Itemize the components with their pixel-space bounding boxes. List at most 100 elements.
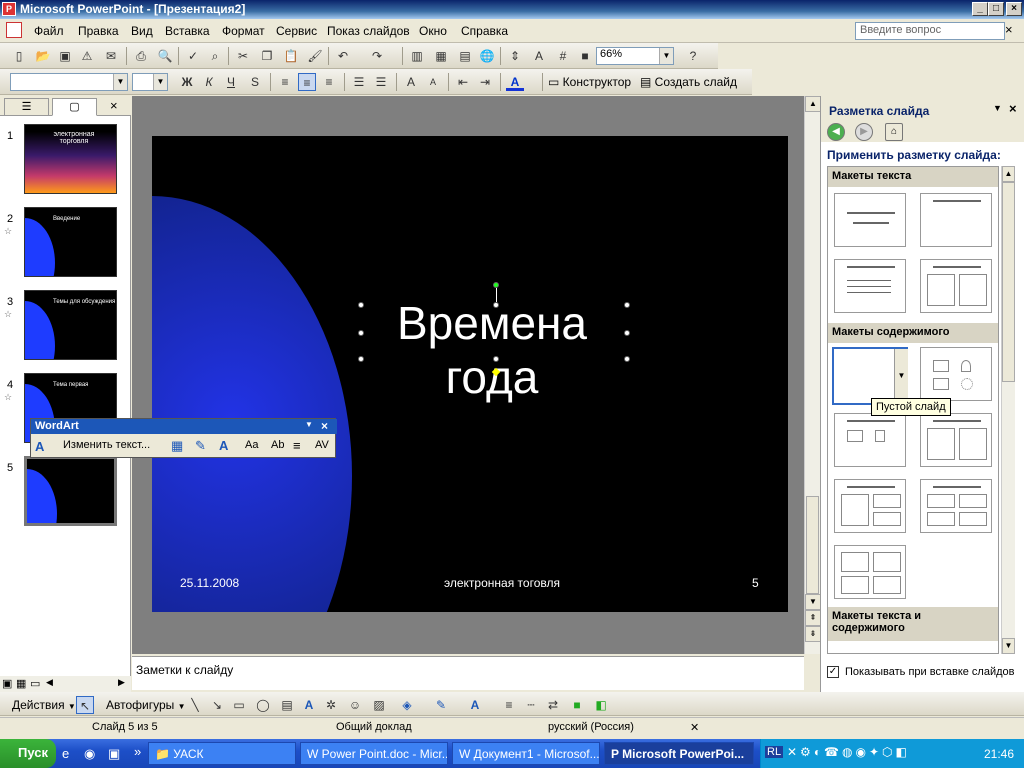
permission-icon[interactable]: ⚠ <box>78 47 96 65</box>
font-color-icon[interactable]: A <box>506 73 524 91</box>
close-button[interactable]: × <box>1006 2 1022 16</box>
task-pane-scrollbar[interactable]: ▲ ▼ <box>1001 166 1015 654</box>
numbering-icon[interactable]: ☰ <box>350 73 368 91</box>
print-icon[interactable]: ⎙ <box>132 47 150 65</box>
wordart-icon[interactable]: A <box>300 696 318 714</box>
slide-sorter-icon[interactable]: ▦ <box>16 677 26 690</box>
menu-insert[interactable]: Вставка <box>165 24 210 38</box>
character-spacing-icon[interactable]: AV <box>315 439 329 451</box>
email-icon[interactable]: ✉ <box>102 47 120 65</box>
cut-icon[interactable]: ✂ <box>234 47 252 65</box>
open-icon[interactable]: 📂 <box>34 47 52 65</box>
decrease-font-icon[interactable]: A <box>424 73 442 91</box>
powerpoint-app-icon[interactable]: P <box>2 2 16 16</box>
research-icon[interactable]: ⌕ <box>206 47 224 65</box>
notes-field[interactable]: Заметки к слайду <box>132 656 804 690</box>
checkbox-icon[interactable]: ✓ <box>827 666 839 679</box>
layout-title-content[interactable] <box>834 413 906 467</box>
tables-borders-icon[interactable]: ▤ <box>456 47 474 65</box>
arrow-icon[interactable]: ↘ <box>208 696 226 714</box>
autoshapes-menu[interactable]: Автофигуры ▼ <box>106 698 186 712</box>
decrease-indent-icon[interactable]: ⇤ <box>454 73 472 91</box>
color-grayscale-icon[interactable]: ■ <box>576 47 594 65</box>
rotation-handle[interactable] <box>493 282 499 288</box>
line-color-icon[interactable]: ✎ <box>432 696 450 714</box>
font-color-draw-icon[interactable]: A <box>466 696 484 714</box>
slide-title-wordart[interactable]: Времена года <box>352 296 632 404</box>
font-name-select[interactable]: ▼ <box>10 73 128 91</box>
show-grid-icon[interactable]: # <box>554 47 572 65</box>
rectangle-icon[interactable]: ▭ <box>230 696 248 714</box>
align-right-icon[interactable]: ≡ <box>320 73 338 91</box>
minimize-button[interactable]: _ <box>972 2 988 16</box>
layout-title-slide[interactable] <box>834 193 906 247</box>
copy-icon[interactable]: ❐ <box>258 47 276 65</box>
selection-handle[interactable] <box>624 302 630 308</box>
chevron-down-icon[interactable]: ▼ <box>659 48 673 64</box>
fill-color-icon[interactable]: ◈ <box>398 696 416 714</box>
tab-outline[interactable]: ☰ <box>4 98 49 116</box>
expand-icon[interactable]: ⇕ <box>506 47 524 65</box>
scroll-right-icon[interactable]: ▶ <box>118 677 125 688</box>
quicklaunch-more-icon[interactable]: » <box>134 744 141 759</box>
toolbar-options-icon[interactable]: ▼ <box>305 420 313 429</box>
layout-two-columns[interactable] <box>920 259 992 313</box>
normal-view-icon[interactable]: ▣ <box>2 677 12 690</box>
picture-icon[interactable]: ▨ <box>370 696 388 714</box>
vertical-text-icon[interactable]: Ab <box>271 439 284 451</box>
taskbar-item-document1[interactable]: W Документ1 - Microsof... <box>452 742 600 765</box>
scroll-thumb[interactable] <box>1002 182 1015 382</box>
media-quicklaunch-icon[interactable]: ◉ <box>84 746 95 762</box>
slide-thumbnail-1[interactable]: электронная торговля <box>24 124 117 194</box>
menu-file[interactable]: Файл <box>34 24 64 38</box>
textbox-icon[interactable]: ▤ <box>278 696 296 714</box>
format-painter-icon[interactable]: 🖌 <box>306 47 324 65</box>
clipart-icon[interactable]: ☺ <box>346 696 364 714</box>
task-pane-close-icon[interactable]: × <box>1009 101 1017 116</box>
selection-handle[interactable] <box>624 356 630 362</box>
shadow-button[interactable]: S <box>246 73 264 91</box>
new-icon[interactable]: ▯ <box>10 47 28 65</box>
dash-style-icon[interactable]: ┄ <box>522 696 540 714</box>
selection-handle[interactable] <box>358 356 364 362</box>
insert-wordart-icon[interactable]: A <box>35 439 44 454</box>
chevron-down-icon[interactable]: ▼ <box>113 74 127 90</box>
italic-button[interactable]: К <box>200 73 218 91</box>
spelling-icon[interactable]: ✓ <box>184 47 202 65</box>
show-formatting-icon[interactable]: A <box>530 47 548 65</box>
home-icon[interactable]: ⌂ <box>885 123 903 141</box>
menu-help[interactable]: Справка <box>461 24 508 38</box>
show-on-insert-checkbox[interactable]: ✓ Показывать при вставке слайдов <box>827 666 1015 679</box>
align-center-icon[interactable]: ≡ <box>298 73 316 91</box>
line-icon[interactable]: ╲ <box>186 696 204 714</box>
scroll-down-icon[interactable]: ▼ <box>805 594 821 610</box>
menu-edit[interactable]: Правка <box>78 24 119 38</box>
designer-button[interactable]: ▭ Конструктор <box>548 75 631 89</box>
selection-handle[interactable] <box>493 302 499 308</box>
vertical-scrollbar[interactable]: ▲ ▼ ⇞ ⇟ <box>804 96 821 654</box>
chevron-down-icon[interactable]: ▼ <box>153 74 167 90</box>
selection-handle[interactable] <box>358 302 364 308</box>
wordart-gallery-icon[interactable]: ▦ <box>171 438 183 454</box>
underline-button[interactable]: Ч <box>222 73 240 91</box>
save-icon[interactable]: ▣ <box>56 47 74 65</box>
help-icon[interactable]: ? <box>684 47 702 65</box>
bullets-icon[interactable]: ☰ <box>372 73 390 91</box>
select-objects-icon[interactable]: ↖ <box>76 696 94 714</box>
insert-chart-icon[interactable]: ▥ <box>408 47 426 65</box>
start-button[interactable]: Пуск <box>0 739 56 768</box>
layout-title-content-2[interactable] <box>834 479 906 533</box>
selection-handle[interactable] <box>624 330 630 336</box>
help-search-input[interactable]: Введите вопрос <box>855 22 1005 40</box>
menu-format[interactable]: Формат <box>222 24 265 38</box>
slideshow-view-icon[interactable]: ▭ <box>30 677 40 690</box>
edit-text-button[interactable]: Изменить текст... <box>63 439 150 451</box>
maximize-button[interactable]: □ <box>988 2 1004 16</box>
scroll-down-icon[interactable]: ▼ <box>1002 638 1015 654</box>
previous-slide-icon[interactable]: ⇞ <box>805 610 821 626</box>
language-indicator[interactable]: RL <box>765 746 784 758</box>
3d-style-icon[interactable]: ◧ <box>592 696 610 714</box>
paste-icon[interactable]: 📋 <box>282 47 300 65</box>
menu-slideshow[interactable]: Показ слайдов <box>327 24 410 38</box>
undo-icon[interactable]: ↶ <box>334 47 352 65</box>
